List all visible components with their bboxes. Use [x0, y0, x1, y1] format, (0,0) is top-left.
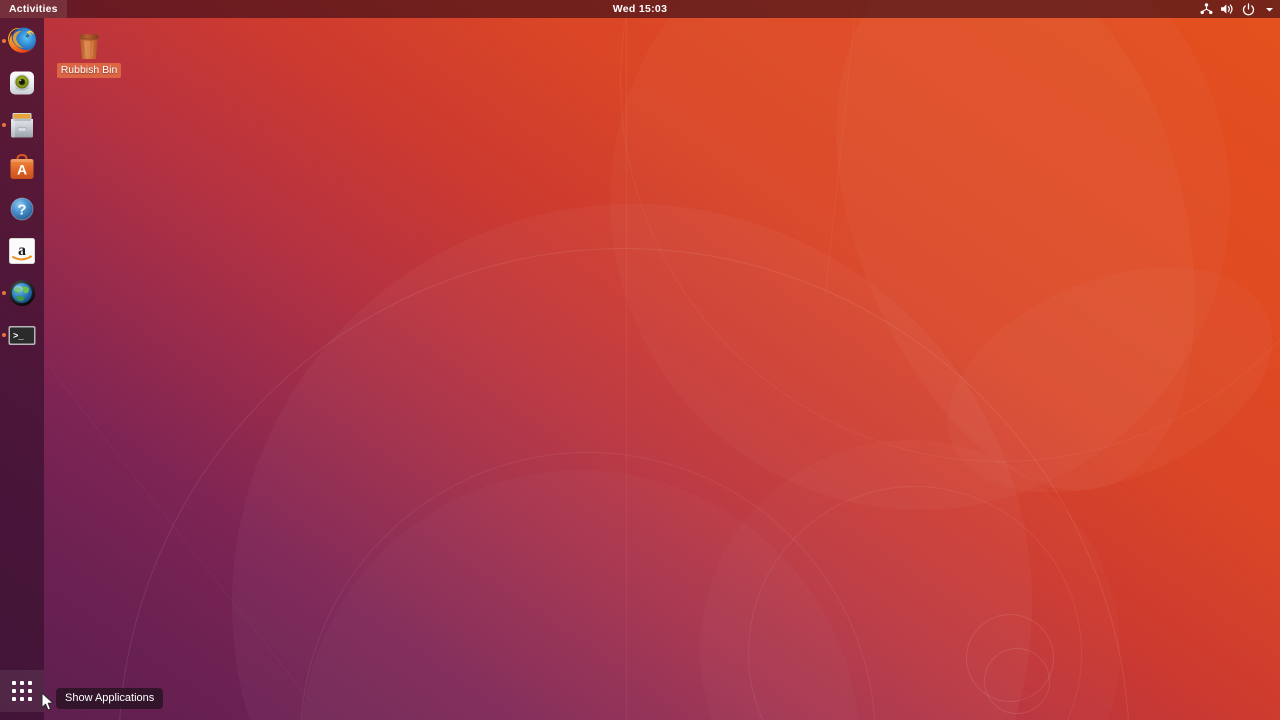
amazon-icon: a [6, 235, 38, 267]
svg-text:A: A [17, 162, 27, 178]
grid-icon [12, 681, 32, 701]
dock-app-list: A ? a >_ [0, 18, 44, 356]
dock-item-thunderbird[interactable] [0, 62, 44, 104]
desktop-icon-label: Rubbish Bin [56, 63, 122, 78]
dock-item-ubuntu-software[interactable]: A [0, 146, 44, 188]
files-icon [6, 109, 38, 141]
chevron-down-icon[interactable] [1262, 0, 1276, 18]
dock: A ? a >_ [0, 18, 44, 720]
firefox-icon [6, 25, 38, 57]
show-applications-button[interactable] [0, 670, 44, 712]
rubbish-bin-icon [72, 24, 106, 60]
desktop-icon-rubbish-bin[interactable]: Rubbish Bin [52, 24, 126, 78]
network-icon[interactable] [1199, 0, 1213, 18]
dock-item-amazon[interactable]: a [0, 230, 44, 272]
status-area[interactable] [1199, 0, 1276, 18]
dock-item-firefox[interactable] [0, 20, 44, 62]
help-icon: ? [6, 193, 38, 225]
dock-item-files[interactable] [0, 104, 44, 146]
power-icon[interactable] [1241, 0, 1255, 18]
thunderbird-icon [6, 67, 38, 99]
top-bar: Activities Wed 15:03 [0, 0, 1280, 18]
globe-icon [6, 277, 38, 309]
svg-text:a: a [18, 242, 26, 259]
svg-text:>_: >_ [13, 332, 24, 342]
svg-text:?: ? [17, 202, 26, 219]
terminal-icon: >_ [6, 319, 38, 351]
ubuntu-software-icon: A [6, 151, 38, 183]
volume-icon[interactable] [1220, 0, 1234, 18]
desktop-screen: Rubbish Bin A ? a >_ Show Applications A… [0, 0, 1280, 720]
show-applications-tooltip: Show Applications [56, 688, 164, 709]
dock-item-globe[interactable] [0, 272, 44, 314]
dock-item-terminal[interactable]: >_ [0, 314, 44, 356]
desktop-icon-layer: Rubbish Bin [44, 18, 1280, 720]
dock-item-help[interactable]: ? [0, 188, 44, 230]
clock-label[interactable]: Wed 15:03 [0, 3, 1280, 15]
